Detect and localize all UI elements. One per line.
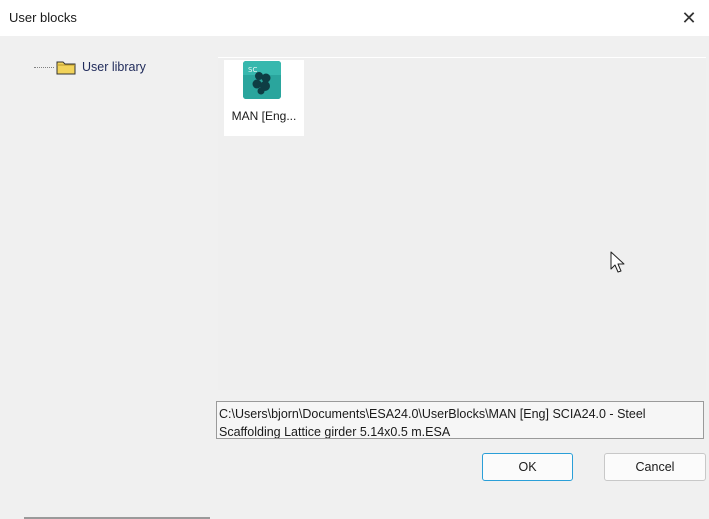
path-display: C:\Users\bjorn\Documents\ESA24.0\UserBlo… bbox=[216, 401, 704, 439]
mouse-cursor-icon bbox=[610, 251, 625, 273]
cancel-button[interactable]: Cancel bbox=[604, 453, 706, 481]
close-button[interactable]: ✕ bbox=[669, 0, 709, 36]
ok-button[interactable]: OK bbox=[482, 453, 573, 481]
block-label: MAN [Eng... bbox=[231, 109, 297, 123]
block-file-icon: SC bbox=[243, 61, 281, 99]
title-bar: User blocks ✕ bbox=[0, 0, 709, 36]
close-icon: ✕ bbox=[681, 7, 697, 28]
list-item-block[interactable]: SC MAN [Eng... bbox=[224, 60, 304, 136]
tree-item-user-library[interactable]: User library bbox=[34, 58, 146, 76]
library-tree: User library bbox=[0, 36, 215, 519]
window-title: User blocks bbox=[9, 10, 77, 25]
tree-item-label: User library bbox=[82, 60, 146, 74]
tree-connector bbox=[34, 66, 54, 68]
svg-text:SC: SC bbox=[248, 66, 257, 74]
blocks-list: SC MAN [Eng... bbox=[218, 57, 706, 390]
file-path-text: C:\Users\bjorn\Documents\ESA24.0\UserBlo… bbox=[219, 407, 646, 439]
folder-icon bbox=[56, 61, 76, 75]
